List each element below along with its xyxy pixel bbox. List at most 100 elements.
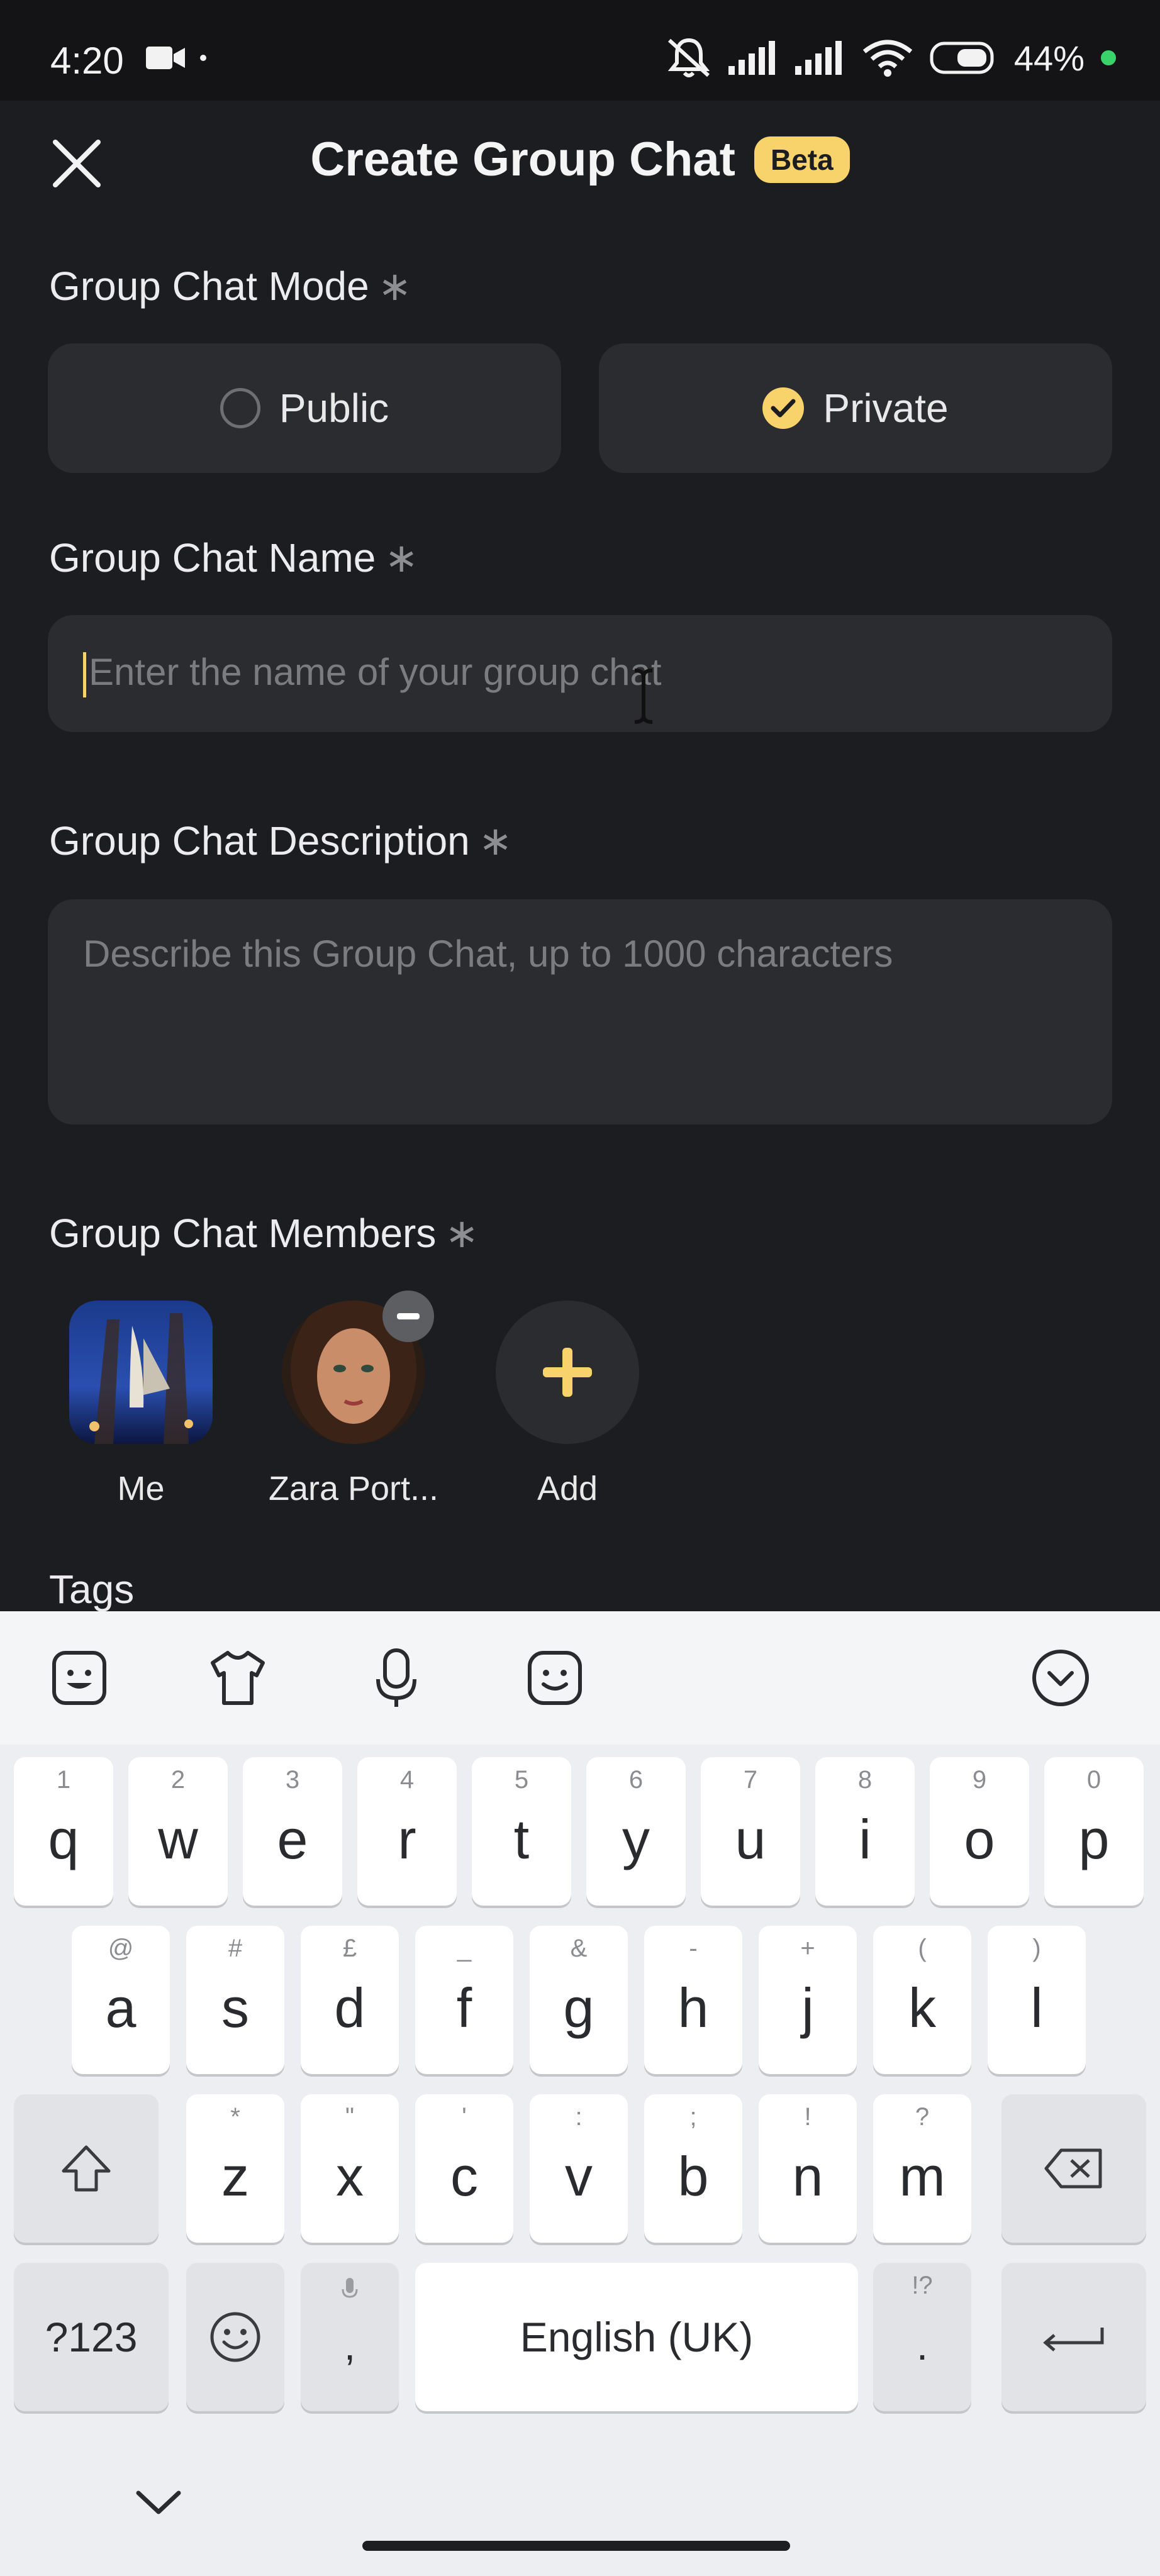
header-title-group: Create Group Chat Beta — [0, 132, 1160, 187]
key-v[interactable]: :v — [530, 2094, 628, 2243]
mode-label-text: Group Chat Mode — [49, 264, 369, 309]
status-left-icons — [146, 44, 206, 72]
mode-option-public[interactable]: Public — [48, 343, 561, 473]
space-key[interactable]: English (UK) — [415, 2263, 858, 2411]
sticker-button[interactable] — [48, 1646, 111, 1709]
wifi-icon — [862, 40, 913, 77]
required-mark: ∗ — [478, 818, 513, 863]
group-description-input[interactable]: Describe this Group Chat, up to 1000 cha… — [48, 899, 1112, 1124]
mute-bell-icon — [667, 38, 710, 77]
key-c[interactable]: ' c — [415, 2094, 513, 2243]
radio-checked-icon — [762, 387, 805, 429]
small-mic-icon — [342, 2278, 358, 2298]
key-q[interactable]: 1q — [14, 1757, 113, 1906]
key-s[interactable]: # s — [186, 1926, 284, 2074]
required-mark: ∗ — [377, 264, 412, 309]
key-j[interactable]: + j — [759, 1926, 857, 2074]
mode-option-label: Public — [279, 386, 389, 431]
checkmark-icon — [771, 399, 796, 418]
key-l[interactable]: ) l — [988, 1926, 1086, 2074]
mode-label: Group Chat Mode ∗ — [49, 263, 411, 310]
status-right-icons: 44% — [666, 36, 1116, 79]
privacy-indicator-dot — [1101, 50, 1116, 65]
key-h[interactable]: -h — [644, 1926, 742, 2074]
avatar — [282, 1291, 434, 1444]
status-time: 4:20 — [50, 40, 124, 82]
key-w[interactable]: 2w — [128, 1757, 228, 1906]
avatar — [69, 1301, 213, 1444]
member-me[interactable]: Me — [47, 1301, 235, 1508]
key-b[interactable]: ; b — [644, 2094, 742, 2243]
member-zara[interactable]: Zara Port... — [259, 1291, 448, 1508]
name-label-text: Group Chat Name — [49, 535, 376, 580]
backspace-icon — [1044, 2148, 1102, 2189]
text-cursor-icon — [634, 669, 653, 724]
mode-option-label: Private — [823, 386, 949, 431]
key-p[interactable]: 0p — [1044, 1757, 1144, 1906]
signal-1-icon — [728, 41, 775, 75]
description-label: Group Chat Description ∗ — [49, 818, 512, 865]
required-mark: ∗ — [445, 1211, 479, 1256]
mode-option-private[interactable]: Private — [599, 343, 1112, 473]
enter-icon — [1043, 2328, 1104, 2351]
enter-key[interactable] — [1001, 2263, 1146, 2411]
minus-icon — [397, 1313, 420, 1319]
header: Create Group Chat Beta — [0, 101, 1160, 233]
member-name: Zara Port... — [268, 1470, 439, 1507]
emoji-key[interactable] — [186, 2263, 284, 2411]
name-label: Group Chat Name ∗ — [49, 535, 418, 582]
comma-key[interactable]: , — [301, 2263, 399, 2411]
key-x[interactable]: " x — [301, 2094, 399, 2243]
theme-button[interactable] — [206, 1646, 269, 1709]
key-e[interactable]: 3e — [243, 1757, 342, 1906]
chevron-down-icon — [136, 2490, 181, 2514]
emoji-panel-button[interactable] — [523, 1646, 586, 1709]
key-f[interactable]: _ f — [415, 1926, 513, 2074]
avatar-image — [69, 1301, 213, 1444]
video-camera-icon — [146, 47, 185, 69]
key-r[interactable]: 4r — [357, 1757, 457, 1906]
required-mark: ∗ — [384, 535, 418, 580]
group-name-input[interactable]: Enter the name of your group chat — [48, 615, 1112, 732]
key-u[interactable]: 7u — [701, 1757, 800, 1906]
key-n[interactable]: ! n — [759, 2094, 857, 2243]
signal-2-icon — [795, 41, 842, 75]
battery-percent: 44% — [1013, 38, 1085, 78]
key-y[interactable]: 6y — [586, 1757, 686, 1906]
key-t[interactable]: 5t — [472, 1757, 571, 1906]
symbols-key[interactable]: ?123 — [14, 2263, 169, 2411]
key-m[interactable]: ? m — [873, 2094, 971, 2243]
remove-member-button[interactable] — [382, 1291, 434, 1342]
plus-icon — [543, 1348, 592, 1397]
backspace-key[interactable] — [1001, 2094, 1146, 2243]
key-o[interactable]: 9o — [930, 1757, 1029, 1906]
status-bar: 4:20 44% — [0, 0, 1160, 101]
shift-key[interactable] — [14, 2094, 159, 2243]
add-member-circle[interactable] — [496, 1301, 639, 1444]
home-indicator[interactable] — [362, 2541, 790, 2551]
add-member-button[interactable]: Add — [473, 1301, 662, 1508]
period-key[interactable]: !?. — [873, 2263, 971, 2411]
smiley-icon — [210, 2312, 260, 2362]
nav-collapse-button[interactable] — [126, 2470, 191, 2536]
member-name: Me — [117, 1470, 165, 1507]
key-k[interactable]: (k — [873, 1926, 971, 2074]
voice-input-button[interactable] — [365, 1646, 428, 1709]
shirt-icon — [211, 1651, 265, 1705]
group-description-placeholder: Describe this Group Chat, up to 1000 cha… — [83, 933, 893, 975]
battery-icon — [930, 42, 994, 74]
text-caret — [83, 652, 86, 698]
shift-arrow-icon — [62, 2145, 111, 2192]
notification-dot-icon — [200, 55, 206, 61]
sticker-icon — [52, 1651, 106, 1705]
radio-unchecked-icon — [220, 388, 260, 428]
hide-keyboard-button[interactable] — [1029, 1646, 1092, 1709]
key-a[interactable]: @ a — [72, 1926, 170, 2074]
key-g[interactable]: & g — [530, 1926, 628, 2074]
key-i[interactable]: 8i — [815, 1757, 915, 1906]
key-z[interactable]: * z — [186, 2094, 284, 2243]
add-member-label: Add — [537, 1470, 598, 1507]
key-d[interactable]: £ d — [301, 1926, 399, 2074]
keyboard-toolbar — [0, 1611, 1160, 1745]
description-label-text: Group Chat Description — [49, 818, 470, 863]
